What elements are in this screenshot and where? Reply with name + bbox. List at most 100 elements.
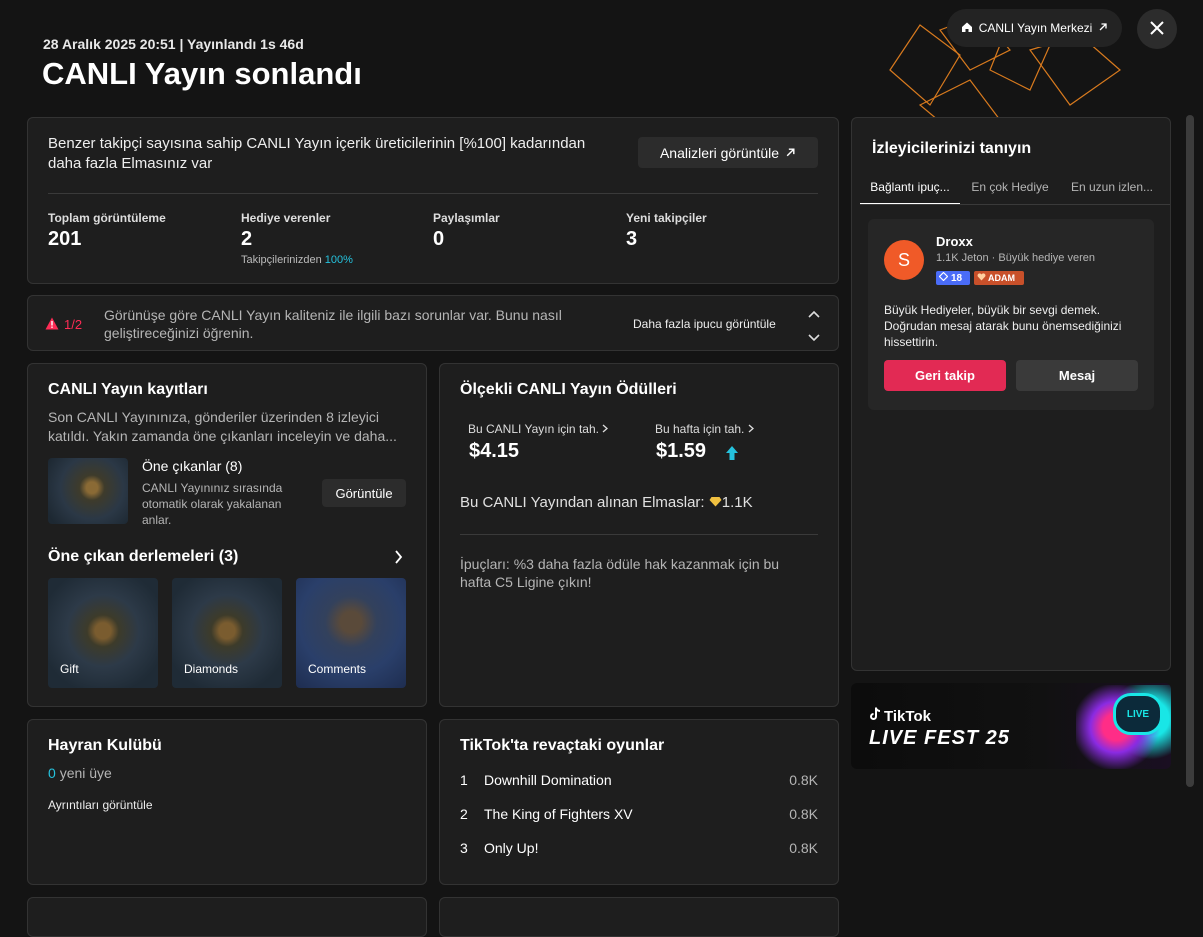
viewer-message: Büyük Hediyeler, büyük bir sevgi demek. …	[884, 303, 1122, 349]
chevron-right-icon[interactable]	[394, 550, 403, 569]
highlights-desc: CANLI Yayınınız sırasında otomatik olara…	[142, 481, 283, 527]
tab-top-gifters[interactable]: En çok Hediye	[960, 173, 1060, 205]
stat-gifters: Hediye verenler 2 Takipçilerinizden 100%	[241, 211, 353, 266]
divider	[48, 193, 818, 194]
stat-label: Yeni takipçiler	[626, 211, 707, 225]
game-name: The King of Fighters XV	[484, 806, 633, 822]
fan-club-count-row: 0 yeni üye	[48, 765, 112, 781]
quality-alert-card: 1/2 Görünüşe göre CANLI Yayın kaliteniz …	[27, 295, 839, 351]
live-fest-banner[interactable]: LIVE TikTok LIVE FEST 25	[851, 683, 1171, 769]
rewards-card: Ölçekli CANLI Yayın Ödülleri Bu CANLI Ya…	[439, 363, 839, 707]
rewards-title: Ölçekli CANLI Yayın Ödülleri	[460, 381, 677, 398]
live-center-button[interactable]: CANLI Yayın Merkezi	[947, 9, 1122, 47]
level-value: 18	[951, 272, 963, 284]
this-live-value: $4.15	[469, 440, 520, 462]
game-rank: 2	[460, 806, 468, 822]
compilations-title: Öne çıkan derlemeleri (3)	[48, 548, 239, 565]
this-live-label: Bu CANLI Yayın için tah.	[468, 422, 599, 436]
heart-icon	[977, 273, 986, 283]
banner-event: LIVE FEST 25	[869, 727, 1010, 749]
game-row[interactable]: 1 Downhill Domination 0.8K	[460, 772, 818, 792]
highlights-thumbnail[interactable]	[48, 458, 128, 524]
stat-new-followers: Yeni takipçiler 3	[626, 211, 707, 251]
compilation-diamonds[interactable]: Diamonds	[172, 578, 282, 688]
this-live-earnings[interactable]: Bu CANLI Yayın için tah.	[468, 422, 609, 436]
level-icon	[938, 271, 949, 284]
compilation-label: Gift	[60, 662, 79, 676]
fan-club-details-link[interactable]: Ayrıntıları görüntüle	[48, 798, 153, 812]
recordings-title: CANLI Yayın kayıtları	[48, 381, 208, 398]
game-row[interactable]: 3 Only Up! 0.8K	[460, 840, 818, 860]
diamonds-label: Bu CANLI Yayından alınan Elmaslar:	[460, 494, 705, 511]
view-analytics-button[interactable]: Analizleri görüntüle	[638, 137, 818, 168]
partial-card	[27, 897, 427, 937]
close-button[interactable]	[1137, 9, 1177, 49]
arrow-up-icon	[725, 445, 739, 466]
stream-meta: 28 Aralık 2025 20:51 | Yayınlandı 1s 46d	[43, 36, 304, 52]
diamonds-row: Bu CANLI Yayından alınan Elmaslar: 1.1K	[460, 494, 753, 511]
live-bubble: LIVE	[1113, 693, 1163, 735]
stat-label: Paylaşımlar	[433, 211, 500, 225]
trending-games-title: TikTok'ta revaçtaki oyunlar	[460, 737, 665, 754]
more-tips-link[interactable]: Daha fazla ipucu görüntüle	[633, 317, 776, 331]
chevron-down-icon[interactable]	[808, 329, 820, 347]
trending-games-card: TikTok'ta revaçtaki oyunlar 1 Downhill D…	[439, 719, 839, 885]
viewer-meta: 1.1K Jeton · Büyük hediye veren	[936, 252, 1095, 264]
rewards-tip: İpuçları: %3 daha fazla ödüle hak kazanm…	[460, 556, 780, 590]
scrollbar-thumb[interactable]	[1186, 115, 1194, 787]
viewers-title: İzleyicilerinizi tanıyın	[872, 140, 1032, 157]
fan-club-card: Hayran Kulübü 0 yeni üye Ayrıntıları gör…	[27, 719, 427, 885]
diamonds-value: 1.1K	[721, 494, 753, 511]
recordings-desc: Son CANLI Yayınınıza, gönderiler üzerind…	[48, 409, 397, 444]
warning-icon	[45, 317, 59, 335]
this-week-label: Bu hafta için tah.	[655, 422, 745, 436]
viewer-name[interactable]: Droxx	[936, 234, 973, 249]
stat-shares: Paylaşımlar 0	[433, 211, 500, 251]
external-link-icon	[1098, 21, 1108, 35]
page-title: CANLI Yayın sonlandı	[42, 56, 362, 91]
tab-connection-tips[interactable]: Bağlantı ipuç...	[860, 173, 960, 205]
fan-badge: ADAM	[974, 271, 1024, 285]
viewer-card: S Droxx 1.1K Jeton · Büyük hediye veren …	[868, 219, 1154, 410]
compilation-label: Comments	[308, 662, 367, 676]
this-week-earnings[interactable]: Bu hafta için tah.	[655, 422, 754, 436]
tiktok-logo: TikTok	[869, 707, 931, 725]
avatar[interactable]: S	[884, 240, 924, 280]
tab-divider	[860, 204, 1170, 205]
fan-club-count: 0	[48, 765, 56, 781]
compilation-label: Diamonds	[184, 662, 239, 676]
banner-brand: TikTok	[884, 707, 931, 725]
compilation-gift[interactable]: Gift	[48, 578, 158, 688]
game-row[interactable]: 2 The King of Fighters XV 0.8K	[460, 806, 818, 826]
tab-longest-watchers[interactable]: En uzun izlen...	[1060, 173, 1164, 205]
stat-value: 201	[48, 228, 82, 250]
stat-label: Hediye verenler	[241, 211, 331, 225]
fan-club-count-suffix: yeni üye	[59, 765, 112, 781]
view-highlights-button[interactable]: Görüntüle	[322, 479, 406, 507]
fan-badge-label: ADAM	[988, 273, 1015, 283]
viewers-panel: İzleyicilerinizi tanıyın Bağlantı ipuç..…	[851, 117, 1171, 671]
view-analytics-label: Analizleri görüntüle	[659, 144, 780, 161]
summary-card: Benzer takipçi sayısına sahip CANLI Yayı…	[27, 117, 839, 284]
recordings-card: CANLI Yayın kayıtları Son CANLI Yayınını…	[27, 363, 427, 707]
game-rank: 3	[460, 840, 468, 856]
stat-total-views: Toplam görüntüleme 201	[48, 211, 166, 251]
stat-label: Toplam görüntüleme	[48, 211, 166, 225]
compilation-comments[interactable]: Comments	[296, 578, 406, 688]
diamond-icon	[709, 494, 722, 511]
chevron-up-icon[interactable]	[808, 305, 820, 323]
follow-back-button[interactable]: Geri takip	[884, 360, 1006, 391]
stat-sub-value: 100%	[324, 254, 353, 266]
level-badge: 18	[936, 271, 970, 285]
chevron-right-icon	[602, 422, 609, 436]
highlights-title: Öne çıkanlar (8)	[142, 458, 243, 474]
summary-text: Benzer takipçi sayısına sahip CANLI Yayı…	[48, 135, 586, 172]
tiktok-icon	[869, 707, 881, 725]
quality-counter: 1/2	[64, 317, 83, 332]
game-name: Downhill Domination	[484, 772, 612, 788]
quality-text: Görünüşe göre CANLI Yayın kaliteniz ile …	[104, 307, 562, 341]
stat-value: 3	[626, 228, 638, 250]
game-value: 0.8K	[789, 806, 818, 822]
live-center-label: CANLI Yayın Merkezi	[978, 21, 1093, 35]
message-button[interactable]: Mesaj	[1016, 360, 1138, 391]
